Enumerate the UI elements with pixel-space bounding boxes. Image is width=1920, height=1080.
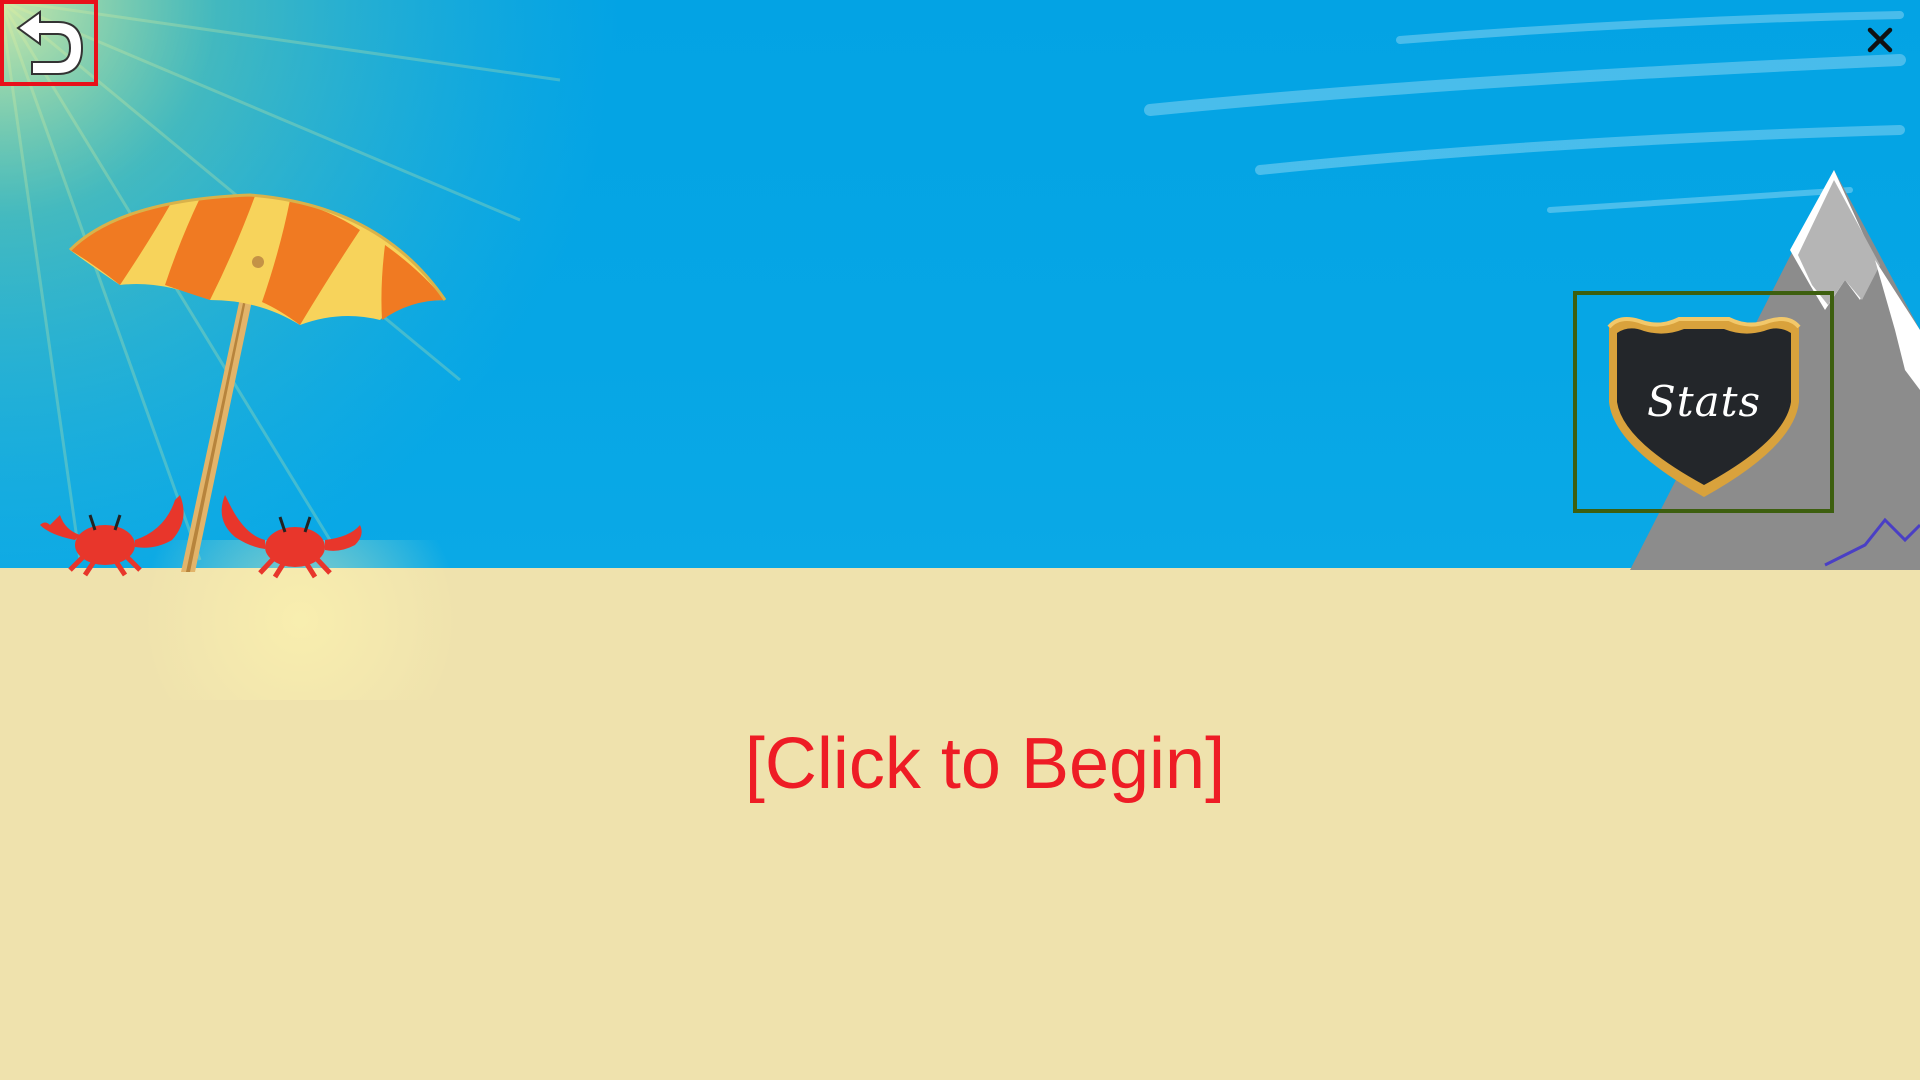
game-scene[interactable]: Stats [Click to Begin] <box>0 0 1920 1080</box>
stats-label: Stats <box>1646 377 1762 426</box>
stats-button[interactable]: Stats <box>1573 291 1834 513</box>
close-button[interactable] <box>1860 20 1900 60</box>
sun-rays <box>0 0 640 700</box>
click-to-begin-prompt[interactable]: [Click to Begin] <box>560 723 1410 805</box>
close-icon <box>1867 27 1893 53</box>
scenery <box>0 0 1920 700</box>
clouds <box>1144 11 1906 213</box>
back-arrow-icon <box>16 10 84 75</box>
back-button[interactable] <box>0 0 98 86</box>
